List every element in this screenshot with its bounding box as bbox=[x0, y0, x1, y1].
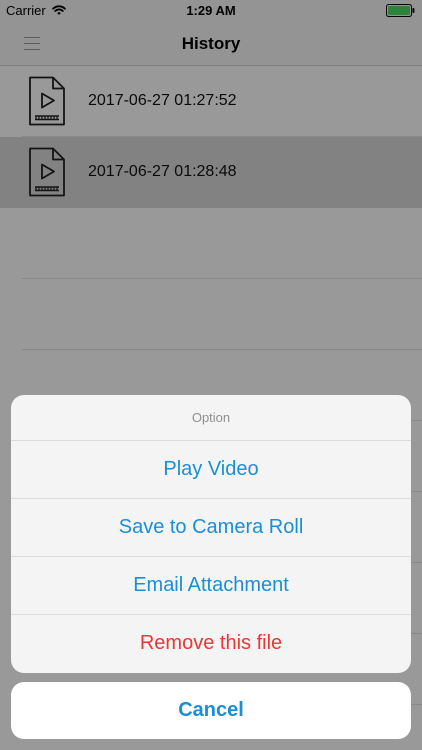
remove-file-button[interactable]: Remove this file bbox=[11, 614, 411, 672]
action-sheet: Option Play Video Save to Camera Roll Em… bbox=[11, 395, 411, 673]
action-sheet-title: Option bbox=[191, 410, 231, 425]
save-to-camera-roll-button[interactable]: Save to Camera Roll bbox=[11, 498, 411, 556]
play-video-button[interactable]: Play Video bbox=[11, 440, 411, 498]
email-attachment-button[interactable]: Email Attachment bbox=[11, 556, 411, 614]
app-screen: Carrier 1:29 AM History 2017-06-27 01:27… bbox=[0, 0, 422, 750]
cancel-button[interactable]: Cancel bbox=[11, 682, 411, 739]
